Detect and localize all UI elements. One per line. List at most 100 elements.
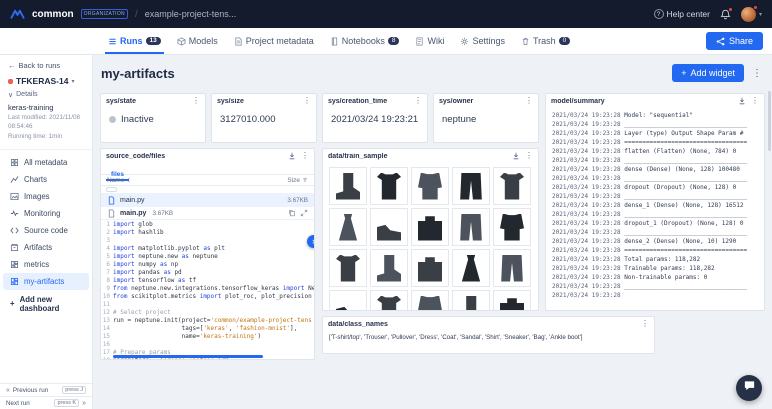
dashboard-icon (10, 260, 19, 269)
code-line: 11 (102, 301, 110, 308)
file-filter-input[interactable] (106, 187, 117, 192)
sample-image-dress[interactable] (329, 208, 367, 246)
file-preview-header: main.py 3.67KB (101, 207, 314, 220)
notifications-bell-button[interactable] (720, 6, 733, 20)
sample-image-boot[interactable] (329, 167, 367, 205)
log-line: 2021/03/24 19:23:28 dropout_1 (Dropout) … (552, 220, 744, 227)
tab-models[interactable]: Models (169, 28, 226, 54)
code-line: 4 import matplotlib.pyplot as plt (106, 245, 226, 252)
sample-image-pants[interactable] (452, 208, 490, 246)
kebab-menu-icon[interactable]: ⋮ (641, 320, 649, 328)
dashboard-kebab-menu-icon[interactable]: ⋮ (750, 68, 764, 79)
sample-image-tshirt[interactable] (370, 167, 408, 205)
log-line: 2021/03/24 19:23:28 ====================… (552, 247, 748, 254)
filter-icon[interactable] (302, 177, 308, 183)
tab-count-badge: 0 (558, 36, 571, 46)
chat-bubble-button[interactable] (736, 375, 762, 401)
sample-image-shoe[interactable] (370, 208, 408, 246)
previous-run-button[interactable]: « Previous run press J (0, 383, 92, 396)
code-line: 7 import pandas as pd (106, 269, 182, 276)
log-line: 2021/03/24 19:23:28 ____________________… (552, 175, 748, 182)
tab-project-metadata[interactable]: Project metadata (226, 28, 322, 54)
column-size[interactable]: Size (287, 177, 300, 184)
expand-preview-button[interactable]: › (307, 235, 314, 248)
wiki-icon (415, 37, 424, 46)
code-line: 10 from scikitplot.metrics import plot_ro… (102, 293, 312, 300)
sidebar-item-artifacts[interactable]: Artifacts (3, 239, 89, 256)
download-icon[interactable] (738, 97, 746, 105)
vertical-scrollbar[interactable] (768, 91, 771, 151)
workspace-name[interactable]: common (32, 9, 74, 20)
kebab-menu-icon[interactable]: ⋮ (525, 152, 533, 160)
sample-image-bag[interactable] (493, 290, 531, 310)
sample-image-bag[interactable] (411, 249, 449, 287)
sample-image-bag[interactable] (411, 208, 449, 246)
sample-image-tshirt[interactable] (493, 167, 531, 205)
kebab-menu-icon[interactable]: ⋮ (303, 97, 311, 105)
log-line: 2021/03/24 19:23:28 ____________________… (552, 157, 748, 164)
sidebar-item-images[interactable]: Images (3, 188, 89, 205)
sample-image-shoe[interactable] (329, 290, 367, 310)
tab-trash[interactable]: Trash 0 (513, 28, 578, 54)
run-selector[interactable]: TFKERAS-14 ▾ (0, 73, 92, 89)
next-run-button[interactable]: Next run press K » (0, 396, 92, 409)
sample-image-dress[interactable] (452, 249, 490, 287)
horizontal-scrollbar[interactable] (113, 355, 263, 358)
sidebar-item-metrics[interactable]: metrics (3, 256, 89, 273)
sidebar-item-charts[interactable]: Charts (3, 171, 89, 188)
tab-settings[interactable]: Settings (452, 28, 513, 54)
code-line: 6 import numpy as np (106, 261, 179, 268)
tab-notebooks[interactable]: Notebooks 8 (322, 28, 408, 54)
image-icon (10, 192, 19, 201)
tshirt-thumbnail (377, 172, 401, 200)
tab-runs[interactable]: Runs 13 (100, 28, 169, 54)
download-icon[interactable] (288, 152, 296, 160)
kebab-menu-icon[interactable]: ⋮ (525, 97, 533, 105)
sidebar-item-source-code[interactable]: Source code (3, 222, 89, 239)
avatar-notification-dot (752, 4, 758, 10)
sample-image-tshirt[interactable] (370, 290, 408, 310)
column-name[interactable]: Name (107, 177, 124, 184)
code-line: 14 tags=['keras', 'fashion-mnist'], (102, 325, 298, 332)
code-line: 12 # Select project (102, 309, 171, 316)
sort-icon[interactable] (126, 177, 132, 183)
sample-image-pullover[interactable] (411, 167, 449, 205)
expand-icon[interactable] (300, 209, 308, 217)
sample-image-boot[interactable] (452, 290, 490, 310)
back-to-runs-link[interactable]: ← Back to runs (0, 55, 92, 73)
sidebar-item-monitoring[interactable]: Monitoring (3, 205, 89, 222)
shoe-thumbnail (377, 224, 401, 241)
kebab-menu-icon[interactable]: ⋮ (751, 97, 759, 105)
share-button[interactable]: Share (705, 32, 763, 50)
details-toggle[interactable]: ∨ Details (0, 89, 92, 101)
copy-icon[interactable] (288, 209, 296, 217)
bag-thumbnail (418, 257, 442, 282)
code-line: 2 import hashlib (106, 229, 164, 236)
download-icon[interactable] (512, 152, 520, 160)
sample-image-tshirt[interactable] (329, 249, 367, 287)
sample-image-pullover[interactable] (493, 208, 531, 246)
kebab-menu-icon[interactable]: ⋮ (414, 97, 422, 105)
kebab-menu-icon[interactable]: ⋮ (192, 97, 200, 105)
double-chevron-left-icon: « (6, 386, 10, 394)
log-line: 2021/03/24 19:23:28 Layer (type) Output … (552, 130, 744, 137)
help-center-link[interactable]: ? Help center (653, 9, 710, 19)
plus-icon: + (10, 299, 15, 308)
user-menu-button[interactable]: ▾ (740, 4, 762, 22)
breadcrumb-project[interactable]: example-project-tens... (145, 9, 237, 19)
sidebar-item-my-artifacts[interactable]: my-artifacts (3, 272, 89, 290)
add-new-dashboard-button[interactable]: + Add new dashboard (0, 290, 92, 318)
code-line: 15 name='keras-training') (102, 333, 262, 340)
sample-image-pullover[interactable] (411, 290, 449, 310)
widget-title: source_code/files (106, 152, 166, 160)
add-widget-button[interactable]: + Add widget (672, 64, 744, 82)
class-names-value: ['T-shirt/top', 'Trouser', 'Pullover', '… (329, 334, 583, 341)
sample-image-boot[interactable] (370, 249, 408, 287)
sample-image-pants[interactable] (493, 249, 531, 287)
kebab-menu-icon[interactable]: ⋮ (301, 152, 309, 160)
sample-image-pants[interactable] (452, 167, 490, 205)
sidebar-item-all-metadata[interactable]: All metadata (3, 154, 89, 171)
tab-wiki[interactable]: Wiki (407, 28, 452, 54)
organization-badge: ORGANIZATION (80, 9, 128, 19)
file-row-main-py[interactable]: main.py 3.67KB (101, 194, 314, 207)
